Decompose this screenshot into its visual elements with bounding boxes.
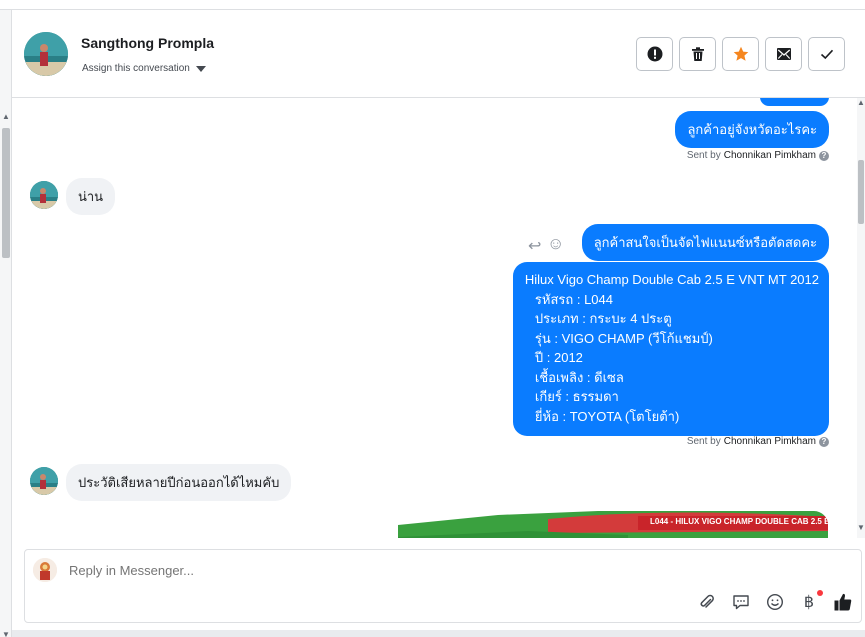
message-text: น่าน [78, 189, 104, 204]
sender-name: Chonnikan Pimkham [723, 150, 816, 161]
exclamation-icon [647, 46, 662, 62]
react-icon[interactable]: ☺ [547, 234, 564, 254]
contact-avatar-small[interactable] [30, 181, 58, 209]
mark-spam-button[interactable] [636, 37, 673, 71]
message-text: ลูกค้าสนใจเป็นจัดไฟแนนซ์หรือตัดสดคะ [593, 235, 817, 250]
payment-button[interactable]: ฿ [799, 590, 823, 612]
left-scrollbar[interactable]: ▲ ▼ [0, 10, 12, 637]
star-button[interactable] [722, 37, 759, 71]
vehicle-title: Hilux Vigo Champ Double Cab 2.5 E VNT MT… [524, 272, 819, 287]
notification-dot [817, 590, 823, 596]
vehicle-image-attachment[interactable]: L044 - HILUX VIGO CHAMP DOUBLE CAB 2.5 E… [398, 511, 828, 538]
scroll-down-arrow-icon[interactable]: ▼ [2, 630, 10, 637]
message-bubble-outgoing[interactable]: ลูกค้าอยู่จังหวัดอะไรคะ [675, 111, 829, 148]
bottom-bar [12, 630, 865, 637]
vehicle-detail-line: ยี่ห้อ : TOYOTA (โตโยต้า) [534, 408, 680, 424]
vehicle-detail-line: ประเภท : กระบะ 4 ประตู [534, 311, 672, 326]
message-bubble-outgoing[interactable]: ลูกค้าสนใจเป็นจัดไฟแนนซ์หรือตัดสดคะ [581, 224, 829, 261]
assign-label: Assign this conversation [82, 63, 190, 74]
contact-name: Sangthong Prompla [81, 35, 214, 51]
reply-input[interactable] [69, 563, 669, 578]
reply-icon[interactable]: ↩ [528, 236, 541, 256]
caret-down-icon [195, 65, 206, 72]
check-icon [820, 49, 833, 60]
delete-button[interactable] [679, 37, 716, 71]
mark-done-button[interactable] [808, 37, 845, 71]
right-scrollbar-thumb[interactable] [858, 160, 864, 224]
sender-name: Chonnikan Pimkham [723, 436, 816, 447]
thumbs-up-icon [834, 593, 852, 611]
message-bubble-incoming[interactable]: น่าน [66, 178, 116, 215]
like-button[interactable] [833, 592, 853, 612]
sent-by-label: Sent by Chonnikan Pimkham ? [687, 150, 829, 161]
message-thread: ลูกค้าอยู่จังหวัดอะไรคะ Sent by Chonnika… [12, 98, 857, 538]
header-actions [636, 37, 845, 71]
assign-conversation-dropdown[interactable]: Assign this conversation [82, 63, 206, 74]
message-bubble-outgoing-partial [760, 98, 829, 106]
top-strip [0, 0, 865, 10]
paperclip-icon [700, 594, 714, 608]
scroll-down-arrow-icon[interactable]: ▼ [857, 523, 865, 532]
star-icon [733, 46, 748, 61]
message-bubble-incoming[interactable]: ประวัติเสียหลายปีก่อนออกได้ไหมคับ [66, 464, 292, 501]
sent-by-prefix: Sent by [686, 150, 721, 161]
contact-avatar[interactable] [24, 32, 68, 76]
message-text: ลูกค้าอยู่จังหวัดอะไรคะ [687, 122, 817, 137]
vehicle-details-bubble[interactable]: Hilux Vigo Champ Double Cab 2.5 E VNT MT… [512, 262, 829, 436]
emoji-button[interactable] [765, 592, 785, 612]
left-scrollbar-thumb[interactable] [2, 128, 10, 258]
mark-unread-button[interactable] [765, 37, 802, 71]
page-avatar [33, 558, 57, 582]
sent-by-label: Sent by Chonnikan Pimkham ? [687, 436, 829, 447]
right-scrollbar[interactable]: ▲ ▼ [857, 98, 865, 538]
vehicle-detail-line: เกียร์ : ธรรมดา [534, 389, 619, 404]
reply-composer: ฿ [24, 549, 862, 623]
image-caption: L044 - HILUX VIGO CHAMP DOUBLE CAB 2.5 E… [650, 517, 828, 526]
contact-avatar-small[interactable] [30, 467, 58, 495]
messenger-window: ▲ ▼ Sangthong Prompla Assign this conver… [0, 0, 865, 637]
envelope-icon [776, 48, 791, 60]
chat-bubble-icon [733, 595, 749, 610]
scroll-up-arrow-icon[interactable]: ▲ [2, 112, 10, 121]
message-text: ประวัติเสียหลายปีก่อนออกได้ไหมคับ [78, 475, 280, 490]
smiley-icon [766, 593, 784, 611]
saved-replies-button[interactable] [731, 592, 751, 612]
sent-by-prefix: Sent by [686, 436, 721, 447]
conversation-header: Sangthong Prompla Assign this conversati… [12, 10, 865, 98]
trash-icon [691, 47, 704, 61]
baht-icon: ฿ [803, 594, 815, 611]
attach-button[interactable] [697, 592, 717, 612]
composer-tools: ฿ [697, 590, 853, 612]
help-icon[interactable]: ? [819, 150, 829, 161]
vehicle-detail-line: รุ่น : VIGO CHAMP (วีโก้แชมป์) [534, 330, 713, 346]
scroll-up-arrow-icon[interactable]: ▲ [857, 98, 865, 107]
vehicle-detail-line: ปี : 2012 [534, 350, 583, 365]
vehicle-detail-line: รหัสรถ : L044 [534, 291, 613, 307]
help-icon[interactable]: ? [819, 436, 829, 447]
vehicle-detail-line: เชื้อเพลิง : ดีเซล [534, 369, 624, 385]
